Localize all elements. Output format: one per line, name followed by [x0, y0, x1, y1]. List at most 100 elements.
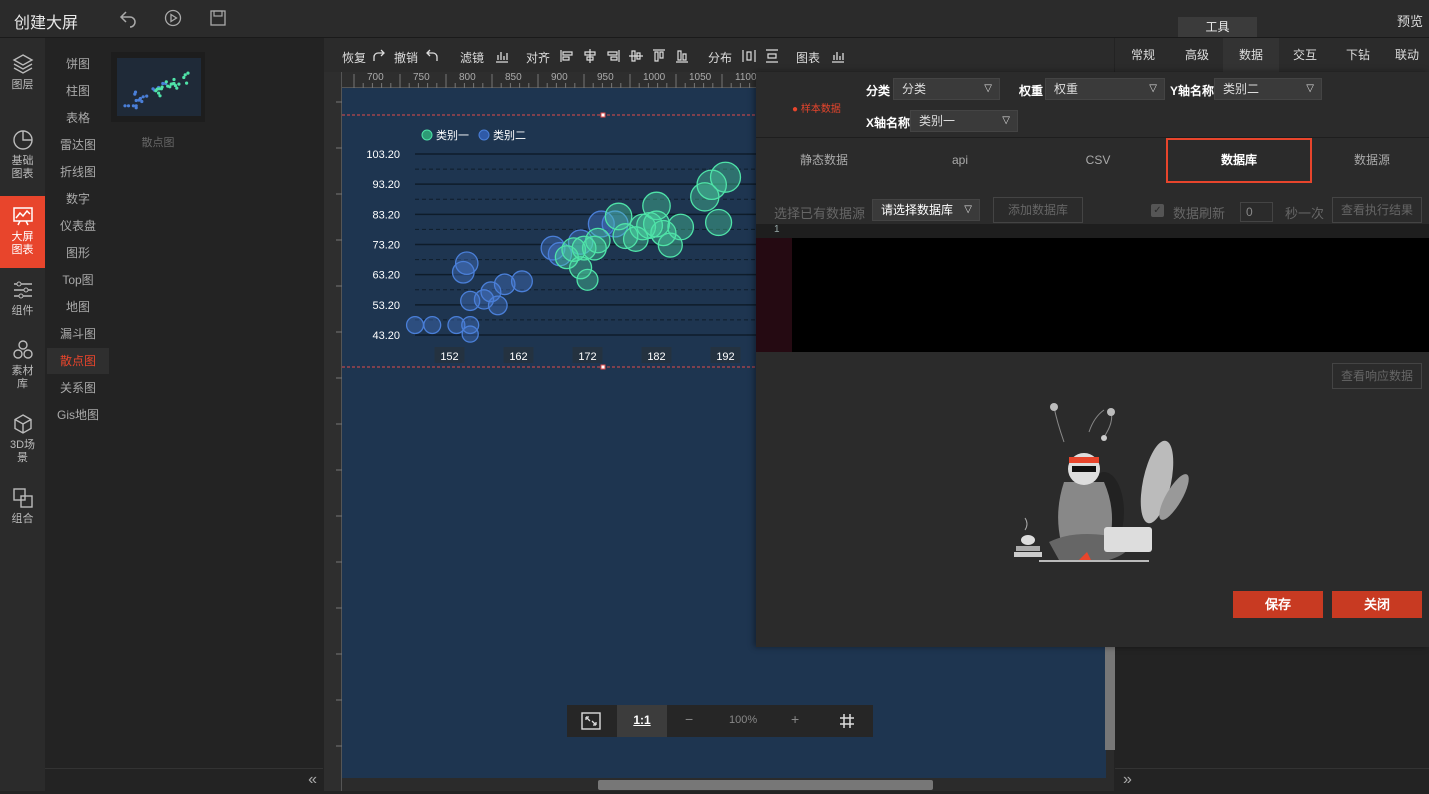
nav-item-basic-charts[interactable]: 基础图表 — [0, 128, 45, 186]
align-center-icon[interactable] — [582, 48, 598, 64]
filter-chart-icon[interactable] — [494, 48, 510, 64]
filter-button[interactable]: 滤镜 — [460, 49, 484, 66]
play-icon[interactable] — [163, 8, 185, 30]
scatter-point[interactable] — [454, 251, 479, 276]
tab-api[interactable]: api — [892, 138, 1028, 182]
database-select[interactable]: 请选择数据库 ▽ — [872, 199, 980, 221]
vertical-scrollbar[interactable] — [1105, 645, 1115, 750]
nav-item-screen-charts[interactable]: 大屏图表 — [0, 196, 45, 268]
weight-select[interactable]: 权重 ▽ — [1045, 78, 1165, 100]
zoom-1to1-button[interactable]: 1:1 — [617, 705, 667, 737]
scatter-point[interactable] — [667, 213, 695, 241]
sql-editor[interactable] — [756, 224, 1429, 352]
tab-database[interactable]: 数据库 — [1166, 138, 1312, 183]
nav-item-label: 组件 — [11, 305, 34, 317]
align-bottom-icon[interactable] — [674, 48, 690, 64]
refresh-interval-input[interactable]: 0 — [1240, 202, 1273, 222]
chart-button[interactable]: 图表 — [796, 49, 820, 66]
align-button[interactable]: 对齐 — [526, 49, 550, 66]
align-middle-icon[interactable] — [628, 48, 644, 64]
scatter-point[interactable] — [704, 208, 733, 237]
refresh-checkbox[interactable]: ✓ — [1151, 204, 1164, 217]
chart-bar-icon[interactable] — [830, 48, 846, 64]
nav-item-components[interactable]: 组件 — [0, 278, 45, 320]
distribute-v-icon[interactable] — [764, 48, 780, 64]
props-tab[interactable]: 联动 — [1385, 38, 1429, 72]
category-item[interactable]: 折线图 — [47, 159, 109, 185]
category-item[interactable]: Top图 — [47, 267, 109, 293]
horizontal-scrollbar[interactable] — [598, 780, 933, 790]
yaxis-select[interactable]: 类别二 ▽ — [1214, 78, 1322, 100]
category-item[interactable]: 散点图 — [47, 348, 109, 374]
view-response-button[interactable]: 查看响应数据 — [1332, 363, 1422, 389]
undo-icon[interactable] — [424, 48, 440, 64]
scatter-point[interactable] — [487, 295, 508, 316]
back-icon[interactable] — [118, 8, 140, 30]
distribute-button[interactable]: 分布 — [708, 49, 732, 66]
fit-screen-icon[interactable] — [581, 712, 601, 730]
collapse-left-icon[interactable]: « — [308, 771, 317, 789]
redo-button[interactable]: 恢复 — [342, 49, 366, 66]
category-item[interactable]: 雷达图 — [47, 132, 109, 158]
props-tab[interactable]: 高级 — [1171, 38, 1223, 72]
props-tab[interactable]: 常规 — [1115, 38, 1171, 72]
thumbnail-point — [134, 106, 138, 110]
line-number: 1 — [774, 224, 780, 235]
undo-button[interactable]: 撤销 — [394, 49, 418, 66]
tab-datasource[interactable]: 数据源 — [1304, 138, 1429, 182]
y-tick-label: 53.20 — [372, 300, 400, 312]
category-item[interactable]: 漏斗图 — [47, 321, 109, 347]
category-item[interactable]: 关系图 — [47, 375, 109, 401]
nav-item-group[interactable]: 组合 — [0, 486, 45, 530]
scatter-point[interactable] — [405, 315, 425, 335]
collapse-right-icon[interactable]: » — [1123, 771, 1132, 789]
scatter-point[interactable] — [423, 315, 442, 335]
save-button[interactable]: 保存 — [1233, 591, 1323, 618]
tools-tab[interactable]: 工具 — [1178, 17, 1257, 37]
tab-csv[interactable]: CSV — [1030, 138, 1166, 182]
scatter-point[interactable] — [510, 270, 533, 293]
nav-item-layers[interactable]: 图层 — [0, 52, 45, 102]
view-result-button[interactable]: 查看执行结果 — [1332, 197, 1422, 223]
nav-item-3d-scene[interactable]: 3D场景 — [0, 412, 45, 470]
props-tab[interactable]: 数据 — [1223, 38, 1279, 72]
save-icon[interactable] — [208, 8, 230, 30]
close-button[interactable]: 关闭 — [1332, 591, 1422, 618]
sample-data-link[interactable]: ● 样本数据 — [792, 100, 841, 115]
grid-icon[interactable] — [839, 713, 855, 729]
preview-button[interactable]: 预览 — [1397, 11, 1423, 30]
y-tick-label: 103.20 — [366, 149, 400, 161]
category-item[interactable]: 饼图 — [47, 51, 109, 77]
scatter-point[interactable] — [709, 161, 742, 193]
scatter-point[interactable] — [585, 227, 611, 254]
screen-chart-icon — [12, 207, 33, 226]
xaxis-select[interactable]: 类别一 ▽ — [910, 110, 1018, 132]
nav-item-materials[interactable]: 素材库 — [0, 338, 45, 398]
category-item[interactable]: 仪表盘 — [47, 213, 109, 239]
add-database-button[interactable]: 添加数据库 — [993, 197, 1083, 223]
zoom-out-button[interactable]: − — [685, 711, 693, 727]
category-item[interactable]: 柱图 — [47, 78, 109, 104]
category-item[interactable]: 数字 — [47, 186, 109, 212]
align-right-icon[interactable] — [605, 48, 621, 64]
xaxis-label: X轴名称 — [866, 116, 911, 130]
category-item[interactable]: 图形 — [47, 240, 109, 266]
props-tab[interactable]: 下钻 — [1331, 38, 1385, 72]
align-top-icon[interactable] — [651, 48, 667, 64]
tab-static-data[interactable]: 静态数据 — [756, 138, 892, 182]
legend-item-2[interactable]: 类别二 — [493, 128, 526, 142]
distribute-h-icon[interactable] — [741, 48, 757, 64]
zoom-in-button[interactable]: + — [791, 711, 799, 727]
category-item[interactable]: Gis地图 — [47, 402, 109, 428]
scatter-thumbnail[interactable] — [111, 52, 205, 122]
props-tab[interactable]: 交互 — [1279, 38, 1331, 72]
category-select[interactable]: 分类 ▽ — [893, 78, 1000, 100]
category-item[interactable]: 表格 — [47, 105, 109, 131]
x-tick-label: 152 — [440, 351, 458, 363]
scatter-point[interactable] — [461, 325, 479, 343]
redo-icon[interactable] — [371, 48, 387, 64]
align-left-icon[interactable] — [559, 48, 575, 64]
legend-item-1[interactable]: 类别一 — [436, 128, 469, 142]
scatter-point[interactable] — [576, 268, 599, 291]
category-item[interactable]: 地图 — [47, 294, 109, 320]
